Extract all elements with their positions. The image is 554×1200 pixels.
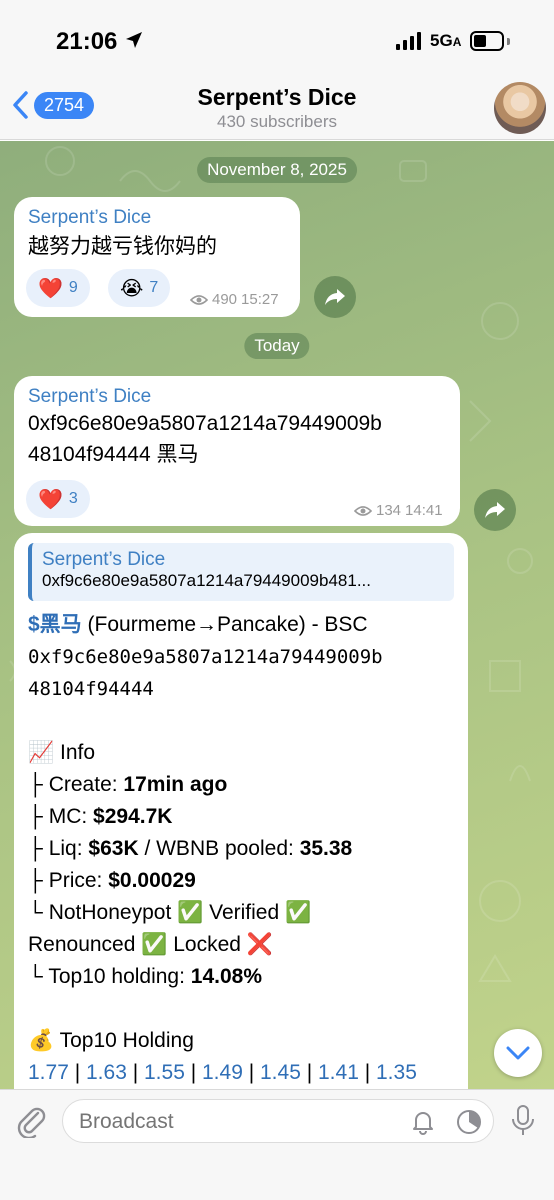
message-text: $黑马 (Fourmeme→Pancake) - BSC 0xf9c6e80e9… <box>28 609 468 1089</box>
status-bar: 21:06 5GA <box>0 0 554 80</box>
chat-header: 2754 Serpent’s Dice 430 subscribers <box>0 80 554 140</box>
scroll-down-button[interactable] <box>494 1029 542 1077</box>
reaction-heart[interactable]: ❤️ 9 <box>26 269 90 307</box>
holding-link[interactable]: 1.41 <box>318 1061 359 1084</box>
reaction-heart[interactable]: ❤️ 3 <box>26 480 90 518</box>
chevron-down-icon <box>506 1046 530 1060</box>
location-arrow-icon <box>126 32 142 48</box>
date-separator-today: Today <box>244 333 310 359</box>
date-separator: November 8, 2025 <box>197 157 357 183</box>
message-sender[interactable]: Serpent’s Dice <box>28 386 151 408</box>
reply-preview[interactable]: Serpent’s Dice 0xf9c6e80e9a5807a1214a794… <box>28 543 454 601</box>
reply-sender: Serpent’s Dice <box>42 549 166 570</box>
heart-icon: ❤️ <box>38 277 63 300</box>
network-indicator: 5GA <box>430 31 462 50</box>
share-arrow-icon <box>325 289 345 305</box>
timer-icon[interactable] <box>455 1108 483 1136</box>
share-button[interactable] <box>474 489 516 531</box>
holding-link[interactable]: 1.63 <box>86 1061 127 1084</box>
message-bubble[interactable]: Serpent’s Dice 0xf9c6e80e9a5807a1214a794… <box>14 533 468 1089</box>
paperclip-icon[interactable] <box>14 1104 48 1138</box>
channel-avatar[interactable] <box>494 82 546 134</box>
heart-icon: ❤️ <box>38 488 63 511</box>
battery-icon <box>470 31 504 51</box>
input-bar <box>0 1089 554 1200</box>
message-sender[interactable]: Serpent’s Dice <box>28 207 151 229</box>
holding-link[interactable]: 1.77 <box>28 1061 69 1084</box>
status-time: 21:06 <box>56 28 118 55</box>
holding-link[interactable]: 1.49 <box>202 1061 243 1084</box>
holding-link[interactable]: 1.35 <box>376 1061 417 1084</box>
reaction-crying[interactable]: 😭 7 <box>108 269 171 307</box>
message-bubble[interactable]: Serpent’s Dice 0xf9c6e80e9a5807a1214a794… <box>14 376 460 526</box>
subscriber-count: 430 subscribers <box>216 112 337 131</box>
eye-icon <box>190 294 208 305</box>
crying-face-icon: 😭 <box>120 277 144 300</box>
share-arrow-icon <box>485 502 505 518</box>
holding-link[interactable]: 1.45 <box>260 1061 301 1084</box>
holding-link[interactable]: 1.55 <box>144 1061 185 1084</box>
broadcast-input-container[interactable] <box>62 1099 494 1143</box>
message-bubble[interactable]: Serpent’s Dice 越努力越亏钱你妈的 ❤️ 9 😭 7 490 15… <box>14 197 300 317</box>
bell-icon[interactable] <box>409 1108 437 1136</box>
broadcast-input[interactable] <box>79 1110 399 1134</box>
holdings-list: 1.77 | 1.63 | 1.55 | 1.49 | 1.45 | 1.41 … <box>28 1061 417 1084</box>
message-text: 0xf9c6e80e9a5807a1214a79449009b 48104f94… <box>28 412 382 466</box>
channel-title[interactable]: Serpent’s Dice <box>0 84 554 111</box>
microphone-icon[interactable] <box>508 1104 538 1138</box>
chat-area[interactable]: November 8, 2025 Serpent’s Dice 越努力越亏钱你妈… <box>0 141 554 1089</box>
eye-icon <box>354 505 372 516</box>
message-text: 越努力越亏钱你妈的 <box>28 235 217 258</box>
ticker-link[interactable]: $黑马 <box>28 613 82 636</box>
share-button[interactable] <box>314 276 356 318</box>
message-meta: 490 15:27 <box>190 291 279 308</box>
message-meta: 134 14:41 <box>354 502 443 519</box>
signal-bars-icon <box>396 32 421 50</box>
reply-text: 0xf9c6e80e9a5807a1214a79449009b481... <box>42 571 371 590</box>
